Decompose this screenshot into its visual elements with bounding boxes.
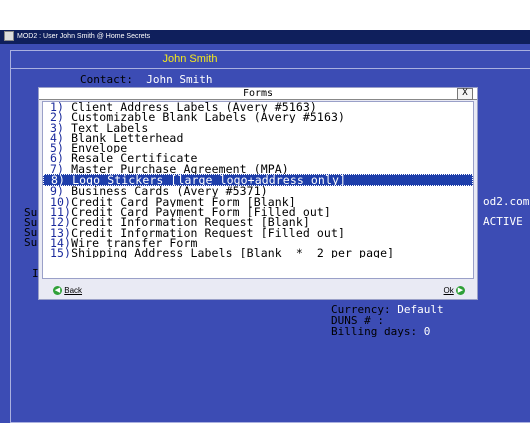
list-item[interactable]: 9) Business Cards (Avery #5371) — [43, 186, 473, 196]
list-item[interactable]: 1) Client Address Labels (Avery #5163) — [43, 102, 473, 112]
website-fragment: od2.com — [483, 195, 530, 208]
list-item[interactable]: 13)Credit Information Request [Filled ou… — [43, 228, 473, 238]
window-title: MOD2 : User John Smith @ Home Secrets — [17, 33, 151, 40]
list-item-selected[interactable]: 8) Logo Stickers [large logo+address onl… — [43, 174, 473, 187]
dialog-title: Forms — [39, 88, 477, 100]
status-fragment: ACTIVE — [483, 215, 523, 228]
list-item[interactable]: 10)Credit Card Payment Form [Blank] — [43, 197, 473, 207]
forms-list[interactable]: 1) Client Address Labels (Avery #5163) 2… — [42, 101, 474, 279]
contact-row: Contact: John Smith — [80, 73, 212, 86]
list-item[interactable]: 15)Shipping Address Labels [Blank * 2 pe… — [43, 248, 473, 258]
divider — [10, 68, 530, 69]
contact-value: John Smith — [146, 73, 213, 86]
list-item[interactable]: 5) Envelope — [43, 143, 473, 153]
list-item[interactable]: 4) Blank Letterhead — [43, 133, 473, 143]
currency-value: Default — [397, 303, 444, 316]
list-item[interactable]: 6) Resale Certificate — [43, 153, 473, 163]
window-titlebar: MOD2 : User John Smith @ Home Secrets — [0, 30, 530, 44]
back-arrow-icon: ◀ — [53, 286, 62, 296]
list-item[interactable]: 12)Credit Information Request [Blank] — [43, 217, 473, 227]
billing-value: 0 — [423, 325, 431, 338]
list-item[interactable]: 3) Text Labels — [43, 123, 473, 133]
ok-button[interactable]: Ok ▶ — [444, 284, 465, 298]
list-item[interactable]: 7) Master Purchase Agreement (MPA) — [43, 164, 473, 174]
back-button[interactable]: ◀ Back — [53, 284, 82, 298]
record-name: John Smith — [162, 53, 218, 65]
contact-label: Contact: — [80, 73, 133, 86]
left-fragment: Su — [24, 236, 38, 249]
list-item[interactable]: 14)Wire transfer Form — [43, 238, 473, 248]
billing-row: Billing days: 0 — [331, 325, 431, 338]
list-item[interactable]: 2) Customizable Blank Labels (Avery #516… — [43, 112, 473, 122]
list-item[interactable]: 11)Credit Card Payment Form [Filled out] — [43, 207, 473, 217]
app-icon — [4, 31, 14, 42]
forms-dialog: Forms X 1) Client Address Labels (Avery … — [38, 87, 478, 300]
forward-arrow-icon: ▶ — [456, 286, 465, 296]
close-button[interactable]: X — [457, 88, 473, 100]
